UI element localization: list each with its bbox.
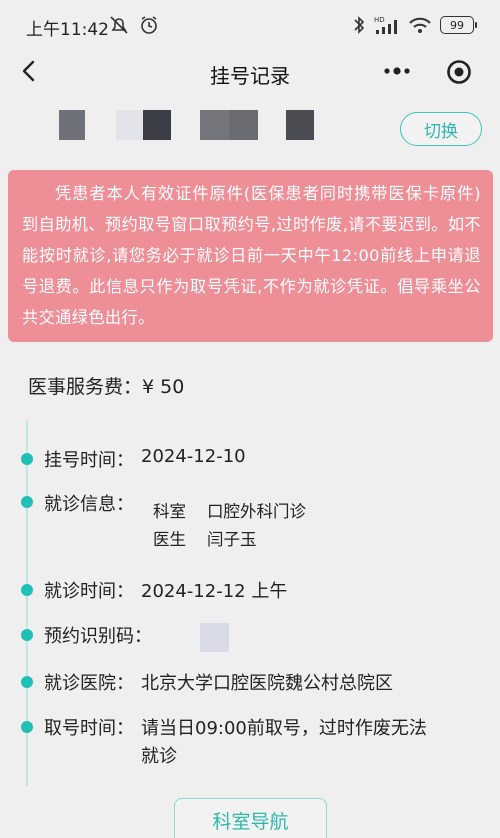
timeline-dot [21, 453, 33, 465]
dept-navigation-button[interactable]: 科室导航 [174, 798, 327, 838]
doctor-label: 医生 [153, 530, 186, 549]
status-icons-left [108, 14, 160, 36]
status-bar: 上午11:42 HD 99 [0, 0, 500, 50]
battery-level: 99 [450, 18, 464, 32]
mute-icon [110, 16, 128, 34]
visit-time-label: 就诊时间： [44, 581, 134, 602]
signal-icon: HD [374, 16, 397, 34]
masked-patient-info [200, 110, 229, 140]
reg-time-label: 挂号时间： [44, 450, 134, 471]
masked-patient-info [286, 110, 314, 140]
status-time: 上午11:42 [26, 20, 109, 40]
close-miniprogram-button[interactable] [445, 58, 473, 86]
pickup-time-label: 取号时间： [44, 718, 134, 739]
page-title: 挂号记录 [210, 64, 290, 88]
alarm-icon [141, 16, 157, 34]
fee-label: 医事服务费： [28, 376, 143, 398]
dept-value: 口腔外科门诊 [207, 502, 306, 521]
pickup-time-value-line1: 请当日09:00前取号，过时作废无法 [141, 718, 427, 739]
masked-patient-info [116, 110, 143, 140]
target-icon [447, 60, 471, 84]
service-fee: 医事服务费：¥ 50 [28, 372, 184, 399]
timeline-dot [21, 676, 33, 688]
nav-bar: 挂号记录 [0, 50, 500, 94]
hospital-label: 就诊医院： [44, 673, 134, 694]
masked-patient-info [143, 110, 171, 140]
timeline-dot [21, 584, 33, 596]
doctor-value: 闫子玉 [207, 530, 257, 549]
bluetooth-icon [354, 16, 365, 34]
switch-patient-button[interactable]: 切换 [400, 112, 482, 146]
visit-info-label: 就诊信息： [44, 494, 134, 515]
battery-indicator: 99 [440, 16, 477, 34]
fee-value: ¥ 50 [142, 376, 185, 398]
patient-row: 切换 [0, 108, 500, 146]
hospital-value: 北京大学口腔医院魏公村总院区 [141, 673, 393, 694]
reg-time-value: 2024-12-10 [141, 446, 246, 467]
timeline-dot [21, 496, 33, 508]
svg-text:HD: HD [374, 16, 385, 24]
timeline-dot [21, 629, 33, 641]
booking-code-label: 预约识别码： [44, 626, 152, 647]
status-icons-right: HD 99 [352, 14, 477, 36]
timeline-dot [21, 721, 33, 733]
visit-time-value: 2024-12-12 上午 [141, 581, 288, 602]
pickup-time-value-line2: 就诊 [141, 746, 177, 767]
more-dots-icon [384, 67, 410, 75]
more-button[interactable] [382, 60, 412, 82]
notice-banner: 凭患者本人有效证件原件(医保患者同时携带医保卡原件)到自助机、预约取号窗口取预约… [8, 170, 493, 342]
masked-patient-info [229, 110, 258, 140]
masked-booking-code [200, 623, 229, 652]
dept-label: 科室 [153, 502, 186, 521]
masked-patient-info [59, 110, 85, 140]
wifi-icon [409, 17, 431, 33]
